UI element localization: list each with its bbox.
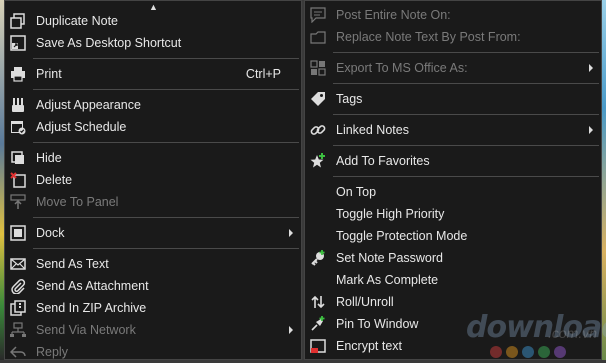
menu-item-duplicate-note[interactable]: Duplicate Note: [5, 10, 301, 32]
menu-item-send-in-zip-archive[interactable]: Send In ZIP Archive: [5, 297, 301, 319]
office-icon: [310, 60, 326, 76]
printer-icon: [11, 67, 25, 82]
separator: [333, 114, 599, 115]
note-context-menu: ▲ Duplicate Note Save As Desktop Shortcu…: [4, 0, 302, 360]
link-icon: [310, 125, 326, 135]
key-icon: [311, 250, 325, 266]
separator: [333, 83, 599, 84]
calendar-icon: [11, 121, 26, 135]
separator: [33, 58, 299, 59]
menu-item-send-via-network[interactable]: Send Via Network: [5, 319, 301, 341]
separator: [333, 176, 599, 177]
menu-item-export-ms-office[interactable]: Export To MS Office As:: [305, 57, 601, 79]
zip-icon: [10, 300, 26, 316]
menu-item-hide[interactable]: Hide: [5, 147, 301, 169]
submenu-arrow-icon: [289, 326, 293, 334]
hide-icon: [11, 151, 24, 164]
watermark-dots: [490, 345, 570, 363]
delete-icon: [10, 172, 26, 188]
network-icon: [10, 322, 26, 337]
encrypt-icon: [310, 339, 326, 353]
menu-item-add-to-favorites[interactable]: Add To Favorites: [305, 150, 601, 172]
menu-item-tags[interactable]: Tags: [305, 88, 601, 110]
roll-icon: [311, 295, 325, 309]
separator: [33, 89, 299, 90]
reply-icon: [10, 346, 26, 358]
menu-item-post-entire-note[interactable]: Post Entire Note On:: [305, 4, 601, 26]
tag-icon: [311, 92, 325, 106]
duplicate-icon: [10, 13, 25, 29]
submenu-arrow-icon: [589, 126, 593, 134]
move-panel-icon: [10, 194, 26, 209]
menu-item-send-as-attachment[interactable]: Send As Attachment: [5, 275, 301, 297]
menu-item-on-top[interactable]: On Top: [305, 181, 601, 203]
pin-icon: [311, 316, 325, 331]
menu-item-dock[interactable]: Dock: [5, 222, 301, 244]
menu-item-send-as-text[interactable]: Send As Text: [5, 253, 301, 275]
submenu-arrow-icon: [289, 229, 293, 237]
separator: [33, 248, 299, 249]
dock-icon: [10, 225, 26, 241]
menu-item-toggle-protection-mode[interactable]: Toggle Protection Mode: [305, 225, 601, 247]
menu-item-linked-notes[interactable]: Linked Notes: [305, 119, 601, 141]
submenu-arrow-icon: [589, 64, 593, 72]
menu-item-print[interactable]: Print Ctrl+P: [5, 63, 301, 85]
menu-item-delete[interactable]: Delete: [5, 169, 301, 191]
note-context-menu-continued: Post Entire Note On: Replace Note Text B…: [304, 0, 602, 360]
post-icon: [310, 7, 326, 23]
separator: [333, 52, 599, 53]
print-shortcut: Ctrl+P: [245, 67, 281, 81]
envelope-icon: [10, 258, 26, 270]
star-icon: [310, 153, 325, 168]
paperclip-icon: [11, 279, 26, 294]
watermark-domain: .com.vn: [548, 325, 598, 341]
shortcut-icon: [10, 35, 26, 51]
menu-item-adjust-appearance[interactable]: Adjust Appearance: [5, 94, 301, 116]
replace-icon: [310, 31, 326, 44]
menu-item-set-note-password[interactable]: Set Note Password: [305, 247, 601, 269]
menu-item-replace-note-text[interactable]: Replace Note Text By Post From:: [305, 26, 601, 48]
menu-item-adjust-schedule[interactable]: Adjust Schedule: [5, 116, 301, 138]
separator: [33, 217, 299, 218]
appearance-icon: [12, 98, 24, 112]
menu-item-mark-as-complete[interactable]: Mark As Complete: [305, 269, 601, 291]
menu-item-save-desktop-shortcut[interactable]: Save As Desktop Shortcut: [5, 32, 301, 54]
separator: [33, 142, 299, 143]
menu-item-move-to-panel[interactable]: Move To Panel: [5, 191, 301, 213]
menu-item-toggle-high-priority[interactable]: Toggle High Priority: [305, 203, 601, 225]
separator: [333, 145, 599, 146]
